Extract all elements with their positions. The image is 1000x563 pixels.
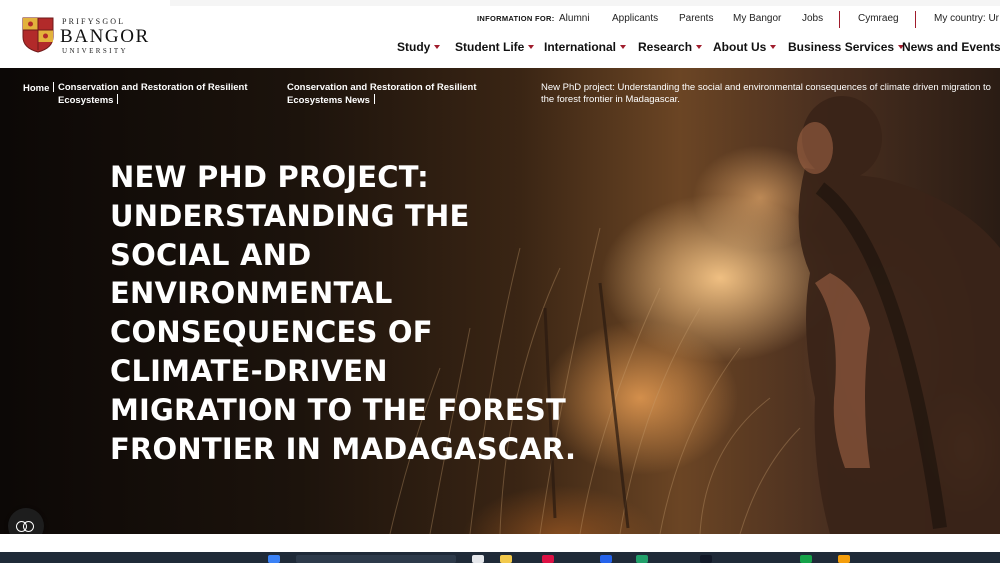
info-link-jobs[interactable]: Jobs [802,13,823,24]
nav-research[interactable]: Research [638,40,703,54]
info-link-parents[interactable]: Parents [679,13,713,24]
info-link-alumni[interactable]: Alumni [559,13,590,24]
info-link-my-bangor[interactable]: My Bangor [733,13,781,24]
content-area [0,534,1000,552]
breadcrumb-item[interactable]: Home [23,82,55,95]
information-bar: INFORMATION FOR: Alumni Applicants Paren… [0,11,1000,29]
breadcrumb-separator [53,82,55,92]
nav-label: International [544,40,617,54]
breadcrumb-separator [373,93,375,104]
nav-label: About Us [713,40,767,54]
logo-suffix: UNIVERSITY [62,47,128,55]
taskbar-search[interactable] [296,555,456,563]
nav-international[interactable]: International [544,40,627,54]
breadcrumb-label: Conservation and Restoration of Resilien… [287,82,477,106]
accessibility-icon [23,521,34,532]
breadcrumb-current: New PhD project: Understanding the socia… [541,82,1000,105]
page-title: NEW PHD PROJECT: UNDERSTANDING THE SOCIA… [110,160,577,466]
nav-label: Business Services [788,40,895,54]
language-toggle-cymraeg[interactable]: Cymraeg [858,13,899,24]
folder-icon[interactable] [500,555,512,563]
info-link-applicants[interactable]: Applicants [612,13,658,24]
breadcrumb-item[interactable]: Conservation and Restoration of Resilien… [58,82,258,106]
breadcrumb-item[interactable]: Conservation and Restoration of Resilien… [287,82,527,106]
nav-label: News and Events [902,40,1000,54]
breadcrumb-label: New PhD project: Understanding the socia… [541,82,991,105]
nav-about-us[interactable]: About Us [713,40,777,54]
nav-label: Research [638,40,693,54]
nav-label: Study [397,40,431,54]
site-header: PRIFYSGOL BANGOR UNIVERSITY INFORMATION … [0,6,1000,68]
divider [915,11,916,28]
chevron-down-icon [528,45,535,49]
country-selector[interactable]: My country: Ur [934,13,999,24]
chevron-down-icon [434,45,441,49]
chevron-down-icon [696,45,703,49]
nav-student-life[interactable]: Student Life [455,40,535,54]
start-icon[interactable] [268,555,280,563]
app-icon[interactable] [838,555,850,563]
nav-study[interactable]: Study [397,40,441,54]
logo-name: BANGOR [60,26,150,47]
breadcrumb-label: Conservation and Restoration of Resilien… [58,82,248,106]
nav-news-and-events[interactable]: News and Events [902,40,1000,54]
app-icon[interactable] [700,555,712,563]
app-icon[interactable] [800,555,812,563]
nav-business-services[interactable]: Business Services [788,40,905,54]
os-taskbar [0,552,1000,563]
chevron-down-icon [620,45,627,49]
browser-icon[interactable] [636,555,648,563]
information-for-label: INFORMATION FOR: [477,14,555,23]
breadcrumb-separator [117,93,119,104]
chevron-down-icon [770,45,777,49]
app-icon[interactable] [600,555,612,563]
nav-label: Student Life [455,40,525,54]
app-icon[interactable] [542,555,554,563]
divider [839,11,840,28]
app-icon[interactable] [472,555,484,563]
breadcrumb-label: Home [23,83,50,94]
hero-banner: Home Conservation and Restoration of Res… [0,68,1000,534]
